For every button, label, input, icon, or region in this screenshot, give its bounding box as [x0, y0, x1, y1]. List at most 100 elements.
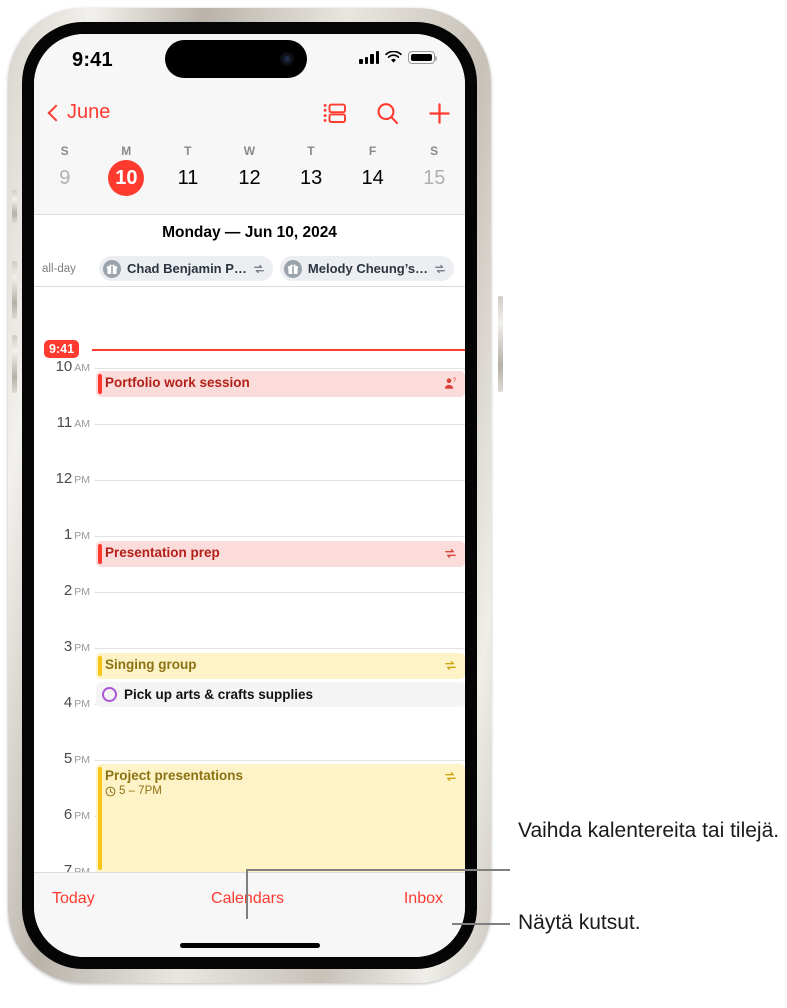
week-day-cell[interactable]: M [96, 139, 158, 158]
plus-icon[interactable] [428, 102, 451, 125]
back-to-june-button[interactable]: June [48, 101, 110, 124]
week-strip: S M T W T F S 9 10 11 12 13 14 15 [34, 139, 465, 215]
hour-gridline [94, 480, 465, 481]
hour-label: 2 PM [63, 582, 90, 599]
volume-down-button[interactable] [12, 335, 17, 393]
svg-text:?: ? [453, 377, 457, 384]
event-title: Project presentations [105, 768, 244, 783]
week-dow-label: W [243, 144, 256, 158]
callout-calendars: Vaihda kalentereita tai tilejä. [518, 819, 780, 842]
week-day-cell[interactable]: F [342, 139, 404, 158]
back-button-label: June [67, 101, 111, 123]
reminder-checkbox[interactable] [102, 687, 117, 702]
hour-gridline [94, 368, 465, 369]
clock-icon [105, 786, 116, 796]
event-color-bar [98, 544, 102, 564]
hour-label: 5 PM [63, 750, 90, 767]
hour-label: 6 PM [63, 806, 90, 823]
event-portfolio-work-session[interactable]: Portfolio work session ? [96, 371, 465, 397]
tab-inbox[interactable]: Inbox [313, 890, 465, 908]
hour-label: 12 PM [55, 470, 90, 487]
repeat-icon [444, 547, 457, 565]
callout-leader-horizontal [246, 869, 510, 871]
status-bar: 9:41 [34, 34, 465, 94]
event-title: Portfolio work session [105, 375, 250, 390]
hour-gridline [94, 424, 465, 425]
tab-today[interactable]: Today [34, 890, 182, 908]
phone-screen: 9:41 June S M T W T F S 9 10 11 12 13 14… [34, 34, 465, 957]
event-title: Singing group [105, 657, 197, 672]
week-day-cell[interactable]: W [219, 139, 281, 158]
repeat-icon [444, 659, 457, 677]
week-date-label: 15 [423, 166, 446, 189]
search-icon[interactable] [376, 102, 399, 125]
callout-inbox: Näytä kutsut. [518, 911, 641, 934]
week-date-sunday[interactable]: 9 [34, 158, 96, 198]
hour-label: 3 PM [63, 638, 90, 655]
week-date-wednesday[interactable]: 12 [219, 158, 281, 198]
hour-label: 1 PM [63, 526, 90, 543]
tab-bar-items: Today Calendars Inbox [34, 873, 465, 908]
volume-up-button[interactable] [12, 261, 17, 319]
all-day-event-title: Melody Cheung’s… [307, 261, 429, 276]
chevron-left-icon [48, 103, 60, 123]
week-date-label: 9 [59, 166, 71, 189]
repeat-icon [435, 264, 445, 273]
callout-leader-inbox [452, 923, 510, 925]
power-button[interactable] [498, 296, 503, 392]
event-color-bar [98, 374, 102, 394]
current-time-label: 9:41 [44, 340, 80, 358]
repeat-icon [444, 770, 457, 788]
reminder-title: Pick up arts & crafts supplies [124, 687, 314, 702]
week-dow-label: T [307, 144, 315, 158]
all-day-event-title: Chad Benjamin P… [127, 261, 247, 276]
status-bar-indicators [359, 51, 438, 64]
hour-label: 7 PM [63, 862, 90, 872]
week-day-cell[interactable]: S [403, 139, 465, 158]
week-date-label: 11 [177, 166, 199, 189]
all-day-events-row: all-day Chad Benjamin P… Melody Cheung’s… [34, 251, 465, 287]
week-day-cell[interactable]: S [34, 139, 96, 158]
week-date-label: 13 [299, 166, 323, 189]
week-date-monday-today[interactable]: 10 [96, 158, 158, 198]
home-indicator[interactable] [179, 943, 320, 948]
week-dow-label: S [430, 144, 439, 158]
repeat-icon [253, 264, 264, 273]
current-time-line [92, 349, 465, 351]
event-time-range: 5 – 7PM [105, 784, 465, 798]
week-day-initials-row: S M T W T F S [34, 139, 465, 158]
week-day-cell[interactable]: T [157, 139, 219, 158]
hour-gridline [94, 536, 465, 537]
reminder-pick-up-supplies[interactable]: Pick up arts & crafts supplies [96, 682, 465, 707]
cellular-signal-icon [359, 51, 379, 64]
callout-leader-vertical [246, 869, 248, 919]
bottom-tab-bar: Today Calendars Inbox [34, 872, 465, 957]
phone-frame: 9:41 June S M T W T F S 9 10 11 12 13 14… [8, 8, 503, 983]
all-day-event-chip[interactable]: Chad Benjamin P… [99, 256, 273, 281]
event-color-bar [98, 767, 102, 870]
hour-gridline [94, 648, 465, 649]
hour-gridline [94, 592, 465, 593]
event-project-presentations[interactable]: Project presentations 5 – 7PM [96, 764, 465, 872]
dynamic-island [165, 40, 307, 78]
hour-label: 11 AM [56, 414, 90, 431]
navigation-bar: June [34, 94, 465, 139]
person-question-icon: ? [444, 377, 457, 395]
event-presentation-prep[interactable]: Presentation prep [96, 541, 465, 567]
week-date-saturday[interactable]: 15 [403, 158, 465, 198]
week-date-tuesday[interactable]: 11 [157, 158, 219, 198]
event-color-bar [98, 656, 102, 676]
all-day-event-chip[interactable]: Melody Cheung’s… [279, 256, 455, 281]
week-dow-label: F [368, 144, 377, 158]
hour-gridline [94, 760, 465, 761]
day-timeline[interactable]: 10 AM 11 AM 12 PM 1 PM 2 PM 3 PM 4 PM 5 … [34, 287, 465, 872]
week-day-cell[interactable]: T [280, 139, 342, 158]
week-date-friday[interactable]: 14 [342, 158, 404, 198]
action-button[interactable] [12, 190, 17, 223]
event-time-range-label: 5 – 7PM [119, 785, 162, 797]
week-date-label: 12 [238, 166, 261, 189]
battery-icon [408, 51, 438, 64]
week-date-thursday[interactable]: 13 [280, 158, 342, 198]
list-day-view-icon[interactable] [323, 102, 347, 125]
event-singing-group[interactable]: Singing group [96, 653, 465, 679]
